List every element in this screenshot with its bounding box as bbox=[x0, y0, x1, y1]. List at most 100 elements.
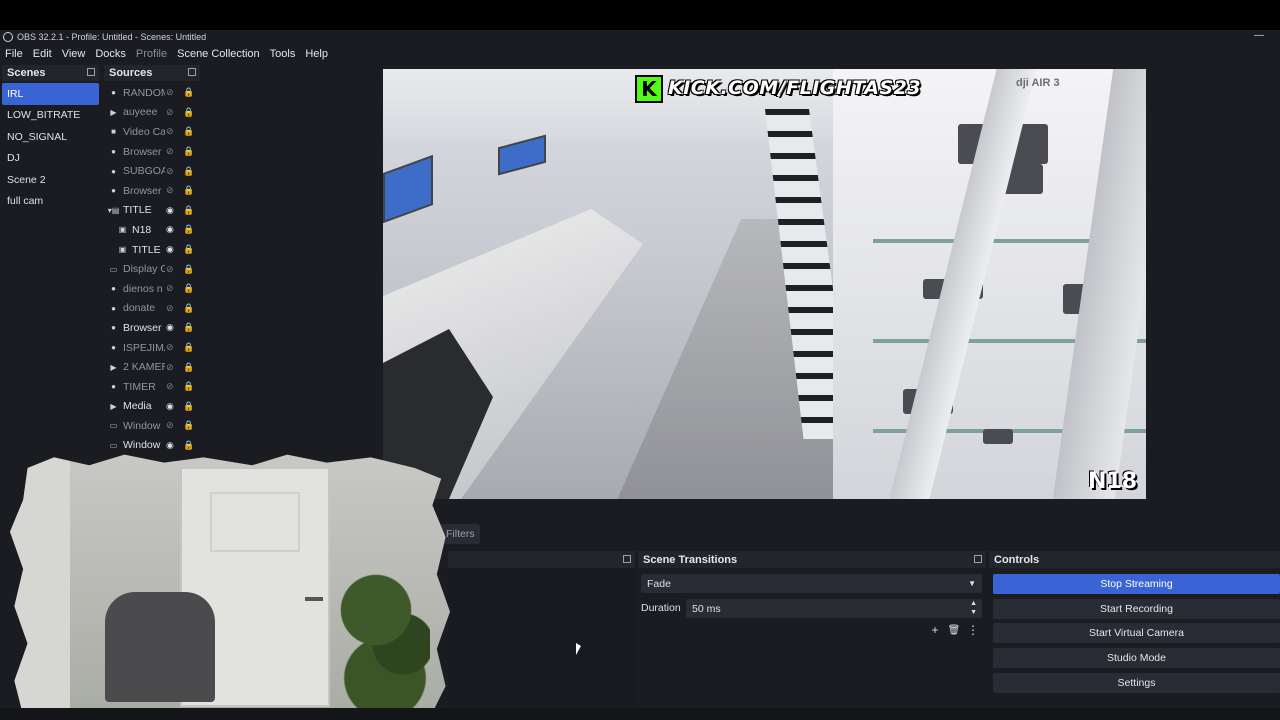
source-item[interactable]: ● Browser ⊘ 🔒 bbox=[104, 181, 200, 201]
undock-icon[interactable] bbox=[188, 68, 196, 76]
lock-icon[interactable]: 🔒 bbox=[183, 185, 194, 196]
source-item[interactable]: ● Browser ⊘ 🔒 bbox=[104, 142, 200, 162]
menu-tools[interactable]: Tools bbox=[270, 48, 296, 60]
eye-off-icon[interactable]: ⊘ bbox=[166, 126, 174, 137]
menu-profile[interactable]: Profile bbox=[136, 48, 167, 60]
eye-off-icon[interactable]: ⊘ bbox=[166, 342, 174, 353]
menu-help[interactable]: Help bbox=[305, 48, 328, 60]
scene-item-full-cam[interactable]: full cam bbox=[2, 191, 99, 213]
scene-item-no-signal[interactable]: NO_SIGNAL bbox=[2, 126, 99, 148]
lock-icon[interactable]: 🔒 bbox=[183, 264, 194, 275]
eye-off-icon[interactable]: ⊘ bbox=[166, 146, 174, 157]
lock-icon[interactable]: 🔒 bbox=[183, 303, 194, 314]
transition-select[interactable]: Fade ▼ bbox=[641, 574, 982, 593]
source-item[interactable]: ▭ Window ◉ 🔒 bbox=[104, 436, 200, 456]
lock-icon[interactable]: 🔒 bbox=[183, 362, 194, 373]
unlock-icon[interactable]: 🔒 bbox=[183, 244, 194, 255]
unlock-icon[interactable]: 🔒 bbox=[183, 224, 194, 235]
eye-off-icon[interactable]: ⊘ bbox=[166, 185, 174, 196]
scene-item-scene-2[interactable]: Scene 2 bbox=[2, 169, 99, 191]
lock-icon[interactable]: 🔒 bbox=[183, 322, 194, 333]
source-item[interactable]: ■ Video Ca ⊘ 🔒 bbox=[104, 122, 200, 142]
webcam-door-panel bbox=[210, 492, 300, 552]
transition-value: Fade bbox=[647, 577, 671, 590]
eye-icon[interactable]: ◉ bbox=[166, 224, 174, 235]
eye-off-icon[interactable]: ⊘ bbox=[166, 362, 174, 373]
eye-icon[interactable]: ◉ bbox=[166, 322, 174, 333]
scene-item-irl[interactable]: IRL bbox=[2, 83, 99, 105]
source-label: Browser bbox=[123, 321, 162, 334]
source-item[interactable]: ● SUBGOA ⊘ 🔒 bbox=[104, 161, 200, 181]
undock-icon[interactable] bbox=[974, 555, 982, 563]
eye-off-icon[interactable]: ⊘ bbox=[166, 381, 174, 392]
globe-icon: ● bbox=[111, 303, 116, 313]
bottom-strip bbox=[0, 708, 1280, 720]
lock-icon[interactable]: 🔒 bbox=[183, 283, 194, 294]
eye-icon[interactable]: ◉ bbox=[166, 401, 174, 412]
source-item[interactable]: ▣ N18 ◉ 🔒 bbox=[104, 220, 200, 240]
menu-docks[interactable]: Docks bbox=[95, 48, 126, 60]
scene-item-dj[interactable]: DJ bbox=[2, 148, 99, 170]
source-item[interactable]: ● dienos n ⊘ 🔒 bbox=[104, 279, 200, 299]
unlock-icon[interactable]: 🔒 bbox=[183, 126, 194, 137]
spinner-arrows-icon[interactable]: ▲ ▼ bbox=[970, 599, 977, 617]
chevron-down-icon: ▼ bbox=[968, 579, 976, 588]
studio-mode-button[interactable]: Studio Mode bbox=[993, 648, 1280, 668]
lock-icon[interactable]: 🔒 bbox=[183, 381, 194, 392]
start-recording-button[interactable]: Start Recording bbox=[993, 599, 1280, 619]
source-item[interactable]: ● Browser ◉ 🔒 bbox=[104, 318, 200, 338]
eye-off-icon[interactable]: ⊘ bbox=[166, 107, 174, 118]
duration-input[interactable]: 50 ms ▲ ▼ bbox=[686, 599, 982, 618]
scene-transitions-title: Scene Transitions bbox=[643, 553, 738, 566]
unlock-icon[interactable]: 🔒 bbox=[183, 87, 194, 98]
eye-icon[interactable]: ◉ bbox=[166, 244, 174, 255]
source-item[interactable]: ▣ TITLE ◉ 🔒 bbox=[104, 240, 200, 260]
source-label: ISPEJIMA bbox=[123, 341, 165, 354]
trash-icon[interactable]: 🗑 bbox=[947, 623, 961, 637]
source-item[interactable]: ● TIMER ⊘ 🔒 bbox=[104, 377, 200, 397]
add-transition-icon[interactable]: + bbox=[928, 623, 942, 637]
eye-icon[interactable]: ◉ bbox=[166, 440, 174, 451]
eye-off-icon[interactable]: ⊘ bbox=[166, 283, 174, 294]
undock-icon[interactable] bbox=[623, 555, 631, 563]
eye-off-icon[interactable]: ⊘ bbox=[166, 420, 174, 431]
eye-off-icon[interactable]: ⊘ bbox=[166, 166, 174, 177]
unlock-icon[interactable]: 🔒 bbox=[183, 401, 194, 412]
menu-scene-collection[interactable]: Scene Collection bbox=[177, 48, 260, 60]
more-options-icon[interactable]: ⋮ bbox=[966, 623, 980, 637]
lock-icon[interactable]: 🔒 bbox=[183, 166, 194, 177]
eye-off-icon[interactable]: ⊘ bbox=[166, 264, 174, 275]
source-item[interactable]: ● donate ⊘ 🔒 bbox=[104, 299, 200, 319]
menu-view[interactable]: View bbox=[62, 48, 86, 60]
settings-button[interactable]: Settings bbox=[993, 673, 1280, 693]
source-item[interactable]: ▭ Window ⊘ 🔒 bbox=[104, 416, 200, 436]
webcam-door-handle bbox=[305, 597, 323, 601]
source-item[interactable]: ▶ auyeee ⊘ 🔒 bbox=[104, 103, 200, 123]
start-virtual-camera-button[interactable]: Start Virtual Camera bbox=[993, 623, 1280, 643]
source-item[interactable]: ▶ Media ◉ 🔒 bbox=[104, 397, 200, 417]
source-item[interactable]: ▭ Display C ⊘ 🔒 bbox=[104, 259, 200, 279]
eye-icon[interactable]: ◉ bbox=[166, 205, 174, 216]
camera-icon: ■ bbox=[111, 127, 116, 137]
source-item[interactable]: ▶ 2 KAMER ⊘ 🔒 bbox=[104, 357, 200, 377]
menu-edit[interactable]: Edit bbox=[33, 48, 52, 60]
preview-product bbox=[983, 429, 1013, 444]
stream-preview[interactable]: dji AIR 3 K KICK.COM/FLIGHTAS23 N18 bbox=[383, 69, 1146, 499]
unlock-icon[interactable]: 🔒 bbox=[183, 146, 194, 157]
minimize-button[interactable]: — bbox=[1254, 30, 1264, 41]
scene-item-low-bitrate[interactable]: LOW_BITRATE bbox=[2, 105, 99, 127]
menu-file[interactable]: File bbox=[5, 48, 23, 60]
eye-off-icon[interactable]: ⊘ bbox=[166, 87, 174, 98]
lock-icon[interactable]: 🔒 bbox=[183, 440, 194, 451]
source-item[interactable]: ▾▤ TITLE ◉ 🔒 bbox=[104, 201, 200, 221]
lock-icon[interactable]: 🔒 bbox=[183, 420, 194, 431]
unlock-icon[interactable]: 🔒 bbox=[183, 107, 194, 118]
lock-icon[interactable]: 🔒 bbox=[183, 342, 194, 353]
eye-off-icon[interactable]: ⊘ bbox=[166, 303, 174, 314]
source-label: Media bbox=[123, 400, 152, 413]
lock-icon[interactable]: 🔒 bbox=[183, 205, 194, 216]
undock-icon[interactable] bbox=[87, 68, 95, 76]
source-item[interactable]: ● ISPEJIMA⊘ 🔒 bbox=[104, 338, 200, 358]
source-item[interactable]: ● RANDOM⊘ 🔒 bbox=[104, 83, 200, 103]
stop-streaming-button[interactable]: Stop Streaming bbox=[993, 574, 1280, 594]
